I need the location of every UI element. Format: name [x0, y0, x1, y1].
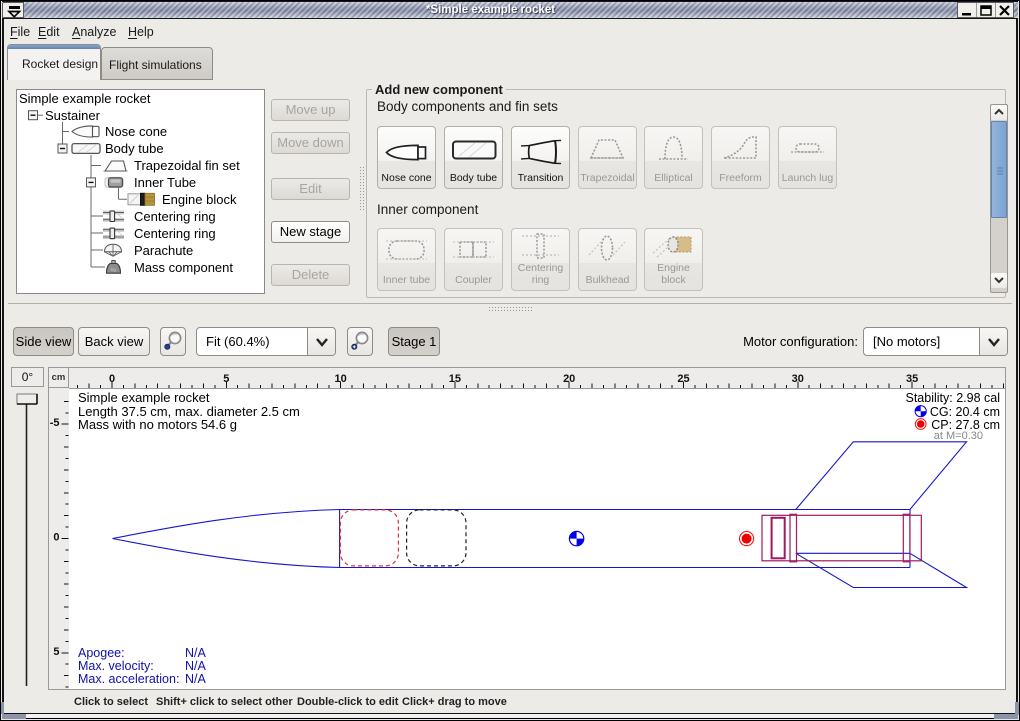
- svg-text:30: 30: [792, 373, 804, 385]
- svg-text:15: 15: [449, 373, 461, 385]
- svg-text:kg: kg: [111, 267, 116, 272]
- svg-text:0: 0: [109, 373, 115, 385]
- svg-text:10: 10: [334, 373, 346, 385]
- svg-text:25: 25: [677, 373, 689, 385]
- svg-text:5: 5: [53, 646, 59, 658]
- svg-text:0: 0: [53, 532, 59, 544]
- svg-text:20: 20: [563, 373, 575, 385]
- svg-text:35: 35: [906, 373, 918, 385]
- svg-text:5: 5: [223, 373, 229, 385]
